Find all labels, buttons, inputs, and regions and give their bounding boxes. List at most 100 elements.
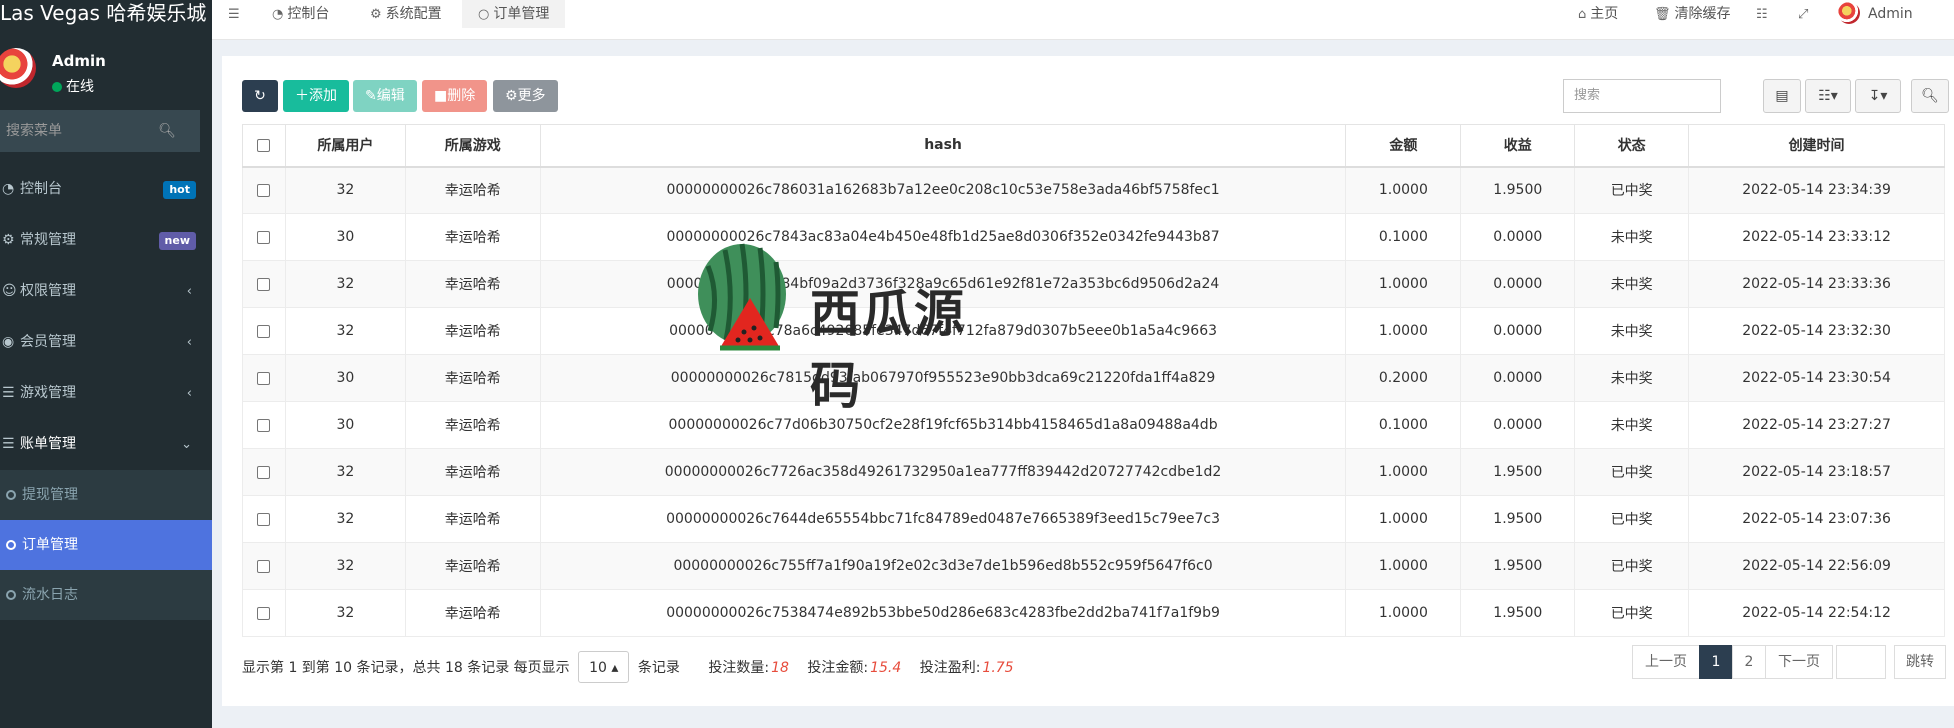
tab-label: 控制台	[287, 6, 330, 22]
select-all-checkbox[interactable]	[257, 138, 271, 152]
jump-page-input[interactable]	[1836, 645, 1886, 679]
sidebar-toggle-button[interactable]: ☰	[228, 0, 244, 30]
sidebar-item-members[interactable]: ◉ 会员管理 ‹	[0, 317, 212, 368]
translate-button[interactable]: ☷	[1756, 0, 1772, 30]
game-cell: 幸运哈希	[404, 401, 541, 449]
amount-cell: 0.1000	[1345, 401, 1462, 449]
status-cell: 已中奖	[1574, 542, 1690, 590]
toggle-view-button[interactable]: ▤	[1763, 79, 1801, 113]
hash-cell: 00000000026c7726ac358d49261732950a1ea777…	[539, 448, 1347, 496]
column-header-profit[interactable]: 收益	[1460, 124, 1576, 168]
page-size-select[interactable]: 10 ▴	[578, 651, 630, 683]
brand-title[interactable]: Las Vegas 哈希娱乐城	[0, 0, 212, 30]
row-checkbox[interactable]	[257, 277, 271, 291]
row-select-cell	[242, 589, 286, 637]
table-row[interactable]: 30 幸运哈希 00000000026c7815dd93fab067970f9555…	[242, 354, 1945, 402]
game-cell: 幸运哈希	[404, 448, 541, 496]
sidebar-item-general[interactable]: ⚙ 常规管理 new	[0, 215, 212, 266]
table-search-input[interactable]: 搜索	[1563, 79, 1721, 113]
bills-submenu: 提现管理 订单管理 流水日志	[0, 470, 212, 620]
search-icon: 🔍︎	[1921, 88, 1939, 104]
delete-button[interactable]: ■删除	[422, 80, 488, 112]
home-link[interactable]: ⌂ 主页	[1578, 0, 1618, 30]
tab-dashboard[interactable]: ◔ 控制台	[272, 0, 329, 30]
search-icon[interactable]: 🔍︎	[158, 110, 176, 152]
hash-cell: 00000000026c7815dd93fab067970f955523e90b…	[539, 354, 1347, 402]
row-select-cell	[242, 495, 286, 543]
table-row[interactable]: 32 幸运哈希 00000000026c755ff7a1f90a19f2e02c3d…	[242, 542, 1945, 590]
created-time-cell: 2022-05-14 23:33:12	[1688, 213, 1945, 261]
table-row[interactable]: 30 幸运哈希 00000000026c77d06b30750cf2e28f19fc…	[242, 401, 1945, 449]
user-avatar	[1838, 2, 1860, 24]
row-checkbox[interactable]	[257, 559, 271, 573]
table-row[interactable]: 32 幸运哈希 00000000026c7644de65554bbc71fc8478…	[242, 495, 1945, 543]
sidebar-item-bills[interactable]: ☰ 账单管理 ⌄	[0, 419, 212, 470]
sidebar-search-placeholder: 搜索菜单	[6, 123, 62, 139]
caret-up-icon: ▴	[611, 660, 619, 676]
row-checkbox[interactable]	[257, 230, 271, 244]
table-row[interactable]: 32 幸运哈希 00000000026c784bf09a2d3736f328a9c6…	[242, 260, 1945, 308]
hash-cell: 00000000026c786031a162683b7a12ee0c208c10…	[539, 166, 1347, 214]
created-time-cell: 2022-05-14 23:07:36	[1688, 495, 1945, 543]
table-row[interactable]: 32 幸运哈希 00000000026c786031a162683b7a12ee0c…	[242, 166, 1945, 214]
sidebar-item-permission[interactable]: ☺ 权限管理 ‹	[0, 266, 212, 317]
tab-system-config[interactable]: ⚙ 系统配置	[370, 0, 442, 30]
row-checkbox[interactable]	[257, 606, 271, 620]
sidebar-item-orders[interactable]: 订单管理	[0, 520, 212, 570]
page-1-button[interactable]: 1	[1699, 645, 1733, 679]
sidebar-search-input[interactable]: 搜索菜单 🔍︎	[0, 110, 200, 152]
row-checkbox[interactable]	[257, 371, 271, 385]
fullscreen-button[interactable]: ⤢	[1798, 0, 1812, 30]
table-row[interactable]: 32 幸运哈希 00000000026c78a6c492085fe347d67f4f…	[242, 307, 1945, 355]
column-header-hash[interactable]: hash	[539, 124, 1347, 168]
sidebar-item-label: 流水日志	[22, 587, 78, 603]
row-checkbox[interactable]	[257, 465, 271, 479]
bet-count-label: 投注数量:	[708, 660, 770, 676]
table-body: 32 幸运哈希 00000000026c786031a162683b7a12ee0c…	[242, 166, 1945, 637]
table-row[interactable]: 30 幸运哈希 00000000026c7843ac83a04e4b450e48fb…	[242, 213, 1945, 261]
page-2-button[interactable]: 2	[1732, 645, 1766, 679]
sidebar-item-flow-log[interactable]: 流水日志	[0, 570, 212, 620]
columns-button[interactable]: ☷▾	[1805, 79, 1851, 113]
row-checkbox[interactable]	[257, 418, 271, 432]
prev-page-button[interactable]: 上一页	[1632, 645, 1700, 679]
next-page-button[interactable]: 下一页	[1765, 645, 1833, 679]
user-status-label: 在线	[66, 79, 94, 95]
row-checkbox[interactable]	[257, 183, 271, 197]
row-checkbox[interactable]	[257, 324, 271, 338]
user-cell: 32	[284, 307, 406, 355]
column-header-amount[interactable]: 金额	[1345, 124, 1462, 168]
export-button[interactable]: ↧▾	[1855, 79, 1901, 113]
user-menu[interactable]: Admin	[1838, 0, 1913, 30]
column-header-game[interactable]: 所属游戏	[404, 124, 541, 168]
amount-cell: 0.2000	[1345, 354, 1462, 402]
hash-cell: 00000000026c7644de65554bbc71fc84789ed048…	[539, 495, 1347, 543]
hamburger-icon: ☰	[228, 7, 240, 22]
edit-button[interactable]: ✎编辑	[353, 80, 417, 112]
table-row[interactable]: 32 幸运哈希 00000000026c7726ac358d49261732950a…	[242, 448, 1945, 496]
game-cell: 幸运哈希	[404, 542, 541, 590]
clear-cache-button[interactable]: 🗑︎ 清除缓存	[1654, 0, 1731, 30]
row-checkbox[interactable]	[257, 512, 271, 526]
more-button[interactable]: ⚙更多	[493, 80, 558, 112]
tab-orders[interactable]: ○ 订单管理	[462, 0, 566, 30]
search-button[interactable]: 🔍︎	[1911, 79, 1949, 113]
hot-badge: hot	[163, 181, 196, 199]
refresh-button[interactable]: ↻	[242, 80, 278, 112]
column-header-status[interactable]: 状态	[1574, 124, 1690, 168]
sidebar: Las Vegas 哈希娱乐城 Admin 在线 搜索菜单 🔍︎ ◔ 控制台 ho…	[0, 0, 212, 728]
status-cell: 未中奖	[1574, 260, 1690, 308]
sidebar-item-dashboard[interactable]: ◔ 控制台 hot	[0, 164, 212, 215]
profit-cell: 0.0000	[1460, 401, 1576, 449]
add-button[interactable]: ＋添加	[283, 80, 349, 112]
dashboard-icon: ◔	[272, 7, 284, 22]
table-row[interactable]: 32 幸运哈希 00000000026c7538474e892b53bbe50d28…	[242, 589, 1945, 637]
sidebar-item-withdraw[interactable]: 提现管理	[0, 470, 212, 520]
jump-button[interactable]: 跳转	[1894, 645, 1946, 679]
orders-table: 所属用户 所属游戏 hash 金额 收益 状态 创建时间 32 幸运哈希 00000…	[242, 124, 1945, 637]
created-time-cell: 2022-05-14 23:32:30	[1688, 307, 1945, 355]
column-header-user[interactable]: 所属用户	[284, 124, 406, 168]
group-icon: ☺	[2, 283, 17, 299]
column-header-created[interactable]: 创建时间	[1688, 124, 1945, 168]
sidebar-item-games[interactable]: ☰ 游戏管理 ‹	[0, 368, 212, 419]
